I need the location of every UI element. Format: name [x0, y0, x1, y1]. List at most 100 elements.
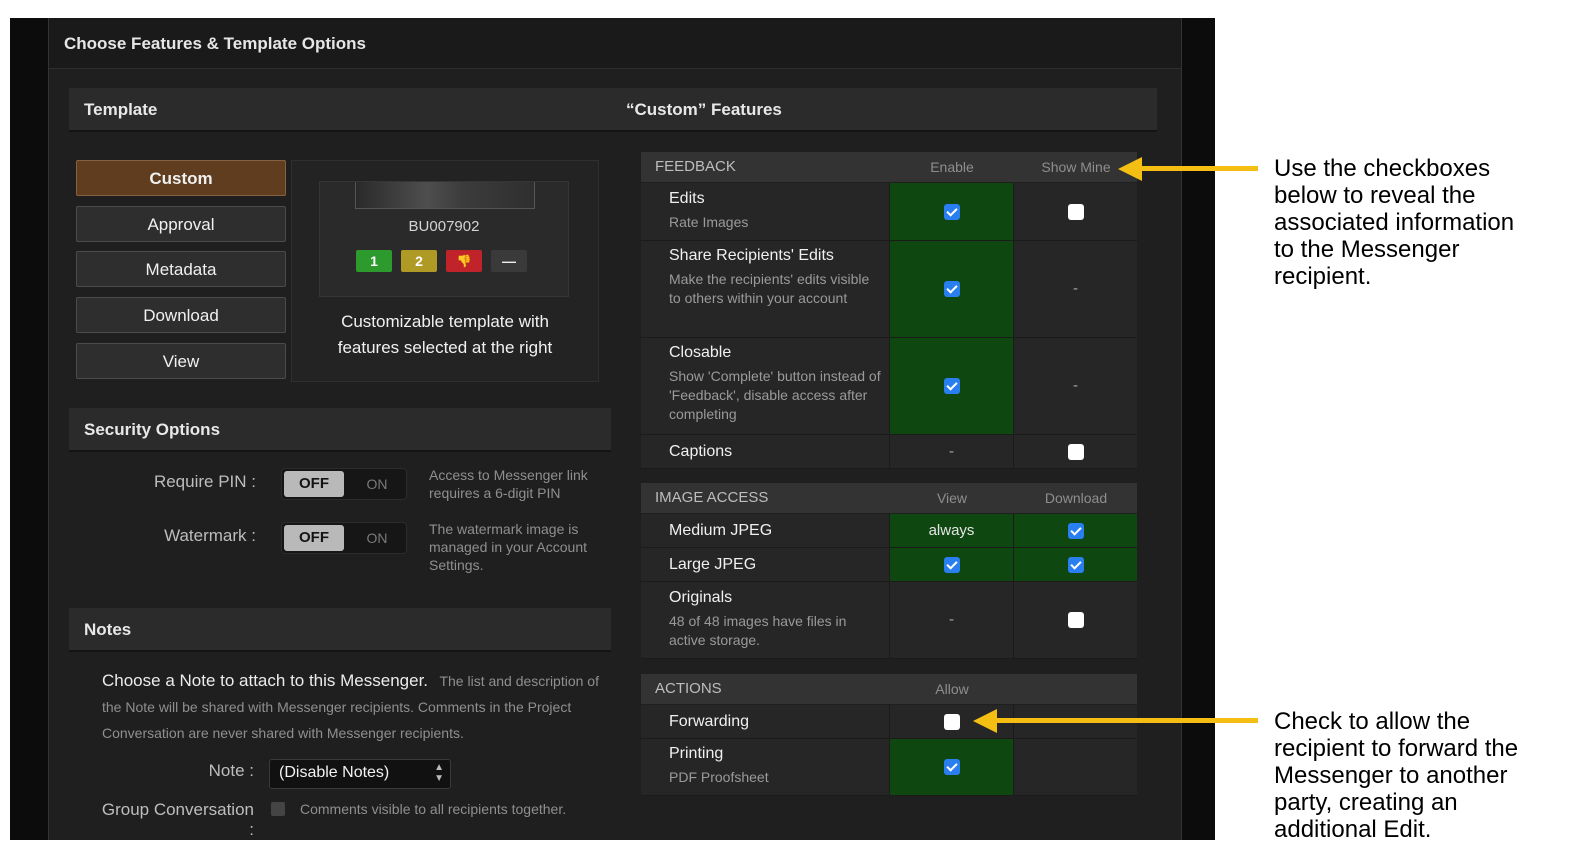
annotation-arrow-bottom-icon [973, 709, 997, 733]
actions-title: ACTIONS [655, 680, 722, 697]
preview-thumbnail-image [355, 182, 535, 209]
large-jpeg-download-checkbox[interactable] [1067, 556, 1084, 573]
preview-thumbnail-box: BU007902 1 2 👎 — [319, 181, 569, 297]
feature-name: Medium JPEG [669, 522, 773, 539]
watermark-description: The watermark image is managed in your A… [429, 521, 587, 573]
watermark-toggle[interactable]: OFF ON [281, 522, 407, 554]
feature-row-printing: Printing PDF Proofsheet [641, 739, 1137, 796]
closable-enable-checkbox[interactable] [943, 378, 960, 394]
rating-2-button: 2 [401, 250, 437, 272]
annotation-line: associated information [1274, 209, 1515, 236]
feature-row-captions: Captions - [641, 435, 1137, 469]
feature-name: Edits [669, 190, 705, 207]
dash: - [949, 611, 954, 628]
annotation-arrow-bottom-line [995, 718, 1258, 723]
clear-rating-button: — [491, 250, 527, 272]
custom-features-heading: “Custom” Features [626, 100, 782, 119]
annotation-line: Check to allow the [1274, 708, 1471, 735]
originals-download-checkbox[interactable] [1067, 612, 1084, 628]
note-select-value: (Disable Notes) [279, 764, 390, 781]
custom-features-header: “Custom” Features [611, 88, 1157, 132]
feature-row-edits: Edits Rate Images [641, 183, 1137, 241]
annotation-line: recipient. [1274, 263, 1372, 290]
edits-enable-cell [889, 183, 1013, 240]
feature-description: Make the recipients' edits visible to ot… [669, 271, 870, 306]
template-button-download[interactable]: Download [76, 297, 286, 333]
closable-enable-cell [889, 338, 1013, 434]
edits-show-mine-cell [1013, 183, 1137, 240]
annotation-bottom-text: Check to allow the recipient to forward … [1274, 708, 1518, 843]
large-jpeg-view-checkbox[interactable] [943, 556, 960, 573]
require-pin-on[interactable]: ON [352, 471, 402, 497]
share-edits-show-mine-cell: - [1013, 241, 1137, 337]
closable-show-mine-cell: - [1013, 338, 1137, 434]
require-pin-off[interactable]: OFF [284, 471, 344, 497]
annotation-line: party, creating an [1274, 789, 1458, 816]
annotation-line: to the Messenger [1274, 236, 1460, 263]
watermark-on[interactable]: ON [352, 525, 402, 551]
note-select[interactable]: (Disable Notes) ▲ ▼ [269, 759, 451, 789]
panel-title: Choose Features & Template Options [64, 34, 366, 53]
edits-enable-checkbox[interactable] [943, 203, 960, 220]
feature-name: Captions [669, 443, 733, 460]
large-jpeg-download-cell [1013, 548, 1137, 581]
feature-description: PDF Proofsheet [669, 769, 769, 785]
template-heading: Template [84, 100, 158, 119]
medium-jpeg-download-checkbox[interactable] [1067, 522, 1084, 539]
feature-row-large-jpeg: Large JPEG [641, 548, 1137, 582]
template-section-header: Template [69, 88, 611, 132]
group-conversation-label: Group Conversation : [101, 800, 254, 839]
edits-show-mine-checkbox[interactable] [1067, 203, 1084, 220]
template-button-metadata[interactable]: Metadata [76, 251, 286, 287]
printing-allow-cell [889, 739, 1013, 795]
annotation-line: additional Edit. [1274, 816, 1432, 843]
template-button-custom[interactable]: Custom [76, 160, 286, 196]
image-access-group-header: IMAGE ACCESS View Download [641, 483, 1137, 513]
printing-allow-checkbox[interactable] [943, 759, 960, 775]
select-arrows-icon: ▲ ▼ [434, 762, 444, 784]
feature-name: Forwarding [669, 713, 750, 730]
forwarding-allow-checkbox[interactable] [943, 713, 960, 730]
feature-description: Show 'Complete' button instead of 'Feedb… [669, 368, 881, 422]
feature-name: Printing [669, 745, 724, 762]
template-button-view[interactable]: View [76, 343, 286, 379]
annotation-line: Use the checkboxes [1274, 155, 1491, 182]
preview-caption-line-1: Customizable template with [341, 312, 549, 331]
feature-description: 48 of 48 images have files in active sto… [669, 613, 847, 648]
panel-header: Choose Features & Template Options [49, 18, 1181, 69]
annotation-arrow-top-icon [1118, 157, 1142, 181]
feature-description: Rate Images [669, 214, 749, 230]
share-edits-enable-checkbox[interactable] [943, 281, 960, 297]
security-section-header: Security Options [69, 408, 611, 452]
feature-name: Closable [669, 344, 732, 361]
template-preview: BU007902 1 2 👎 — Customizable template w… [291, 160, 599, 382]
medium-jpeg-download-cell [1013, 514, 1137, 547]
security-heading: Security Options [84, 420, 221, 439]
feedback-group-header: FEEDBACK Enable Show Mine [641, 152, 1137, 182]
notes-lead: Choose a Note to attach to this Messenge… [102, 671, 429, 690]
medium-jpeg-view-cell: always [889, 514, 1013, 547]
group-conversation-description: Comments visible to all recipients toget… [300, 801, 567, 817]
preview-caption-line-2: features selected at the right [337, 338, 553, 357]
template-button-approval[interactable]: Approval [76, 206, 286, 242]
panel-content: Choose Features & Template Options Templ… [48, 18, 1182, 840]
always-label: always [928, 521, 975, 539]
image-access-title: IMAGE ACCESS [655, 489, 769, 506]
captions-show-mine-checkbox[interactable] [1067, 443, 1084, 460]
feature-row-share-recipients-edits: Share Recipients' Edits Make the recipie… [641, 241, 1137, 338]
annotation-line: recipient to forward the [1274, 735, 1519, 762]
image-access-download-column: Download [1044, 490, 1108, 506]
feature-row-closable: Closable Show 'Complete' button instead … [641, 338, 1137, 435]
notes-section-header: Notes [69, 608, 611, 652]
group-conversation-checkbox[interactable] [271, 802, 285, 816]
notes-description: Choose a Note to attach to this Messenge… [102, 668, 612, 746]
feature-name: Share Recipients' Edits [669, 247, 834, 264]
actions-allow-column: Allow [935, 681, 969, 697]
feedback-title: FEEDBACK [655, 158, 736, 175]
share-edits-enable-cell [889, 241, 1013, 337]
annotation-line: Messenger to another [1274, 762, 1508, 789]
printing-empty-cell [1013, 739, 1137, 795]
require-pin-toggle[interactable]: OFF ON [281, 468, 407, 500]
watermark-off[interactable]: OFF [284, 525, 344, 551]
feature-name: Large JPEG [669, 556, 757, 573]
